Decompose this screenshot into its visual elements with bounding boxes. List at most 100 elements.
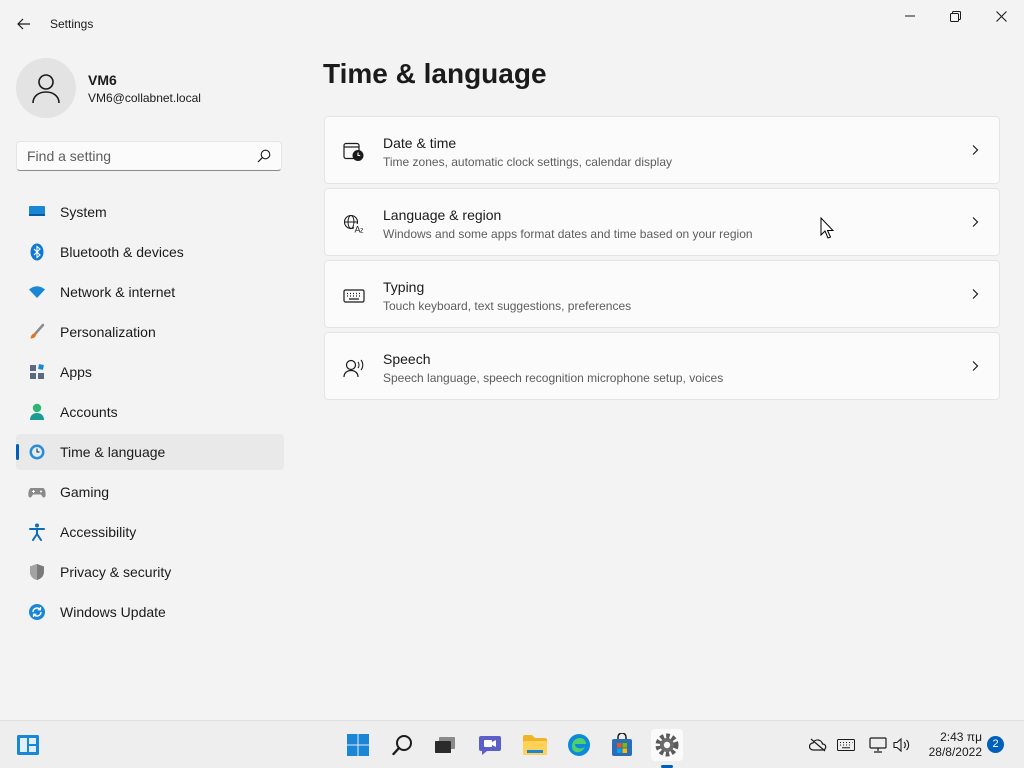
speech-icon xyxy=(343,357,365,379)
taskbar-search-button[interactable] xyxy=(387,729,419,761)
card-language-region[interactable]: Az Language & region Windows and some ap… xyxy=(324,188,1000,256)
widgets-button[interactable] xyxy=(12,729,44,761)
chevron-right-icon xyxy=(972,289,979,299)
task-view-button[interactable] xyxy=(429,729,461,761)
clock[interactable]: 2:43 πμ 28/8/2022 xyxy=(918,730,982,760)
person-icon xyxy=(32,74,60,104)
user-profile[interactable]: VM6 VM6@collabnet.local xyxy=(16,56,286,118)
back-button[interactable] xyxy=(12,12,36,36)
sidebar-item-gaming[interactable]: Gaming xyxy=(16,474,284,510)
sidebar-item-label: Accounts xyxy=(60,404,118,420)
back-arrow-icon xyxy=(17,18,30,30)
teams-chat-icon xyxy=(479,736,501,755)
page-title: Time & language xyxy=(323,58,547,89)
chevron-right-icon xyxy=(972,361,979,371)
profile-name: VM6 xyxy=(88,72,117,88)
ethernet-icon xyxy=(869,737,887,753)
accounts-icon xyxy=(28,403,46,421)
gamepad-icon xyxy=(28,483,46,501)
file-explorer-button[interactable] xyxy=(519,729,551,761)
chat-button[interactable] xyxy=(474,729,506,761)
close-button[interactable] xyxy=(978,0,1024,32)
sidebar-item-system[interactable]: System xyxy=(16,194,284,230)
store-bag-icon xyxy=(612,733,632,756)
mouse-cursor-icon xyxy=(820,217,834,239)
brush-icon xyxy=(28,323,46,341)
search-input[interactable] xyxy=(17,142,267,170)
card-date-time[interactable]: Date & time Time zones, automatic clock … xyxy=(324,116,1000,184)
keyboard-icon xyxy=(343,285,365,307)
shield-icon xyxy=(28,563,46,581)
card-title: Speech xyxy=(383,351,431,367)
card-subtitle: Time zones, automatic clock settings, ca… xyxy=(383,155,673,169)
language-icon: Az xyxy=(343,213,365,235)
settings-app-button[interactable] xyxy=(651,729,683,761)
folder-icon xyxy=(523,735,547,755)
start-button[interactable] xyxy=(342,729,374,761)
sidebar-item-label: Bluetooth & devices xyxy=(60,244,184,260)
sidebar-item-windows-update[interactable]: Windows Update xyxy=(16,594,284,630)
sidebar-item-label: Windows Update xyxy=(60,604,166,620)
onedrive-status-button[interactable] xyxy=(809,736,827,754)
widgets-icon xyxy=(17,735,39,755)
clock-date: 28/8/2022 xyxy=(928,745,982,759)
update-icon xyxy=(28,603,46,621)
card-title: Language & region xyxy=(383,207,502,223)
card-title: Typing xyxy=(383,279,425,295)
svg-text:z: z xyxy=(360,228,364,235)
sidebar-nav: System Bluetooth & devices Network & int… xyxy=(16,194,284,634)
network-status-button[interactable] xyxy=(869,736,887,754)
search-box xyxy=(16,141,282,171)
sidebar-item-time-language[interactable]: Time & language xyxy=(16,434,284,470)
app-title: Settings xyxy=(50,17,94,31)
edge-icon xyxy=(568,734,590,756)
sidebar-item-privacy-security[interactable]: Privacy & security xyxy=(16,554,284,590)
cloud-offline-icon xyxy=(809,738,827,752)
system-icon xyxy=(28,203,46,221)
network-icon xyxy=(28,283,46,301)
task-view-icon xyxy=(435,737,455,753)
sidebar-item-bluetooth-devices[interactable]: Bluetooth & devices xyxy=(16,234,284,270)
card-subtitle: Windows and some apps format dates and t… xyxy=(383,227,753,241)
card-typing[interactable]: Typing Touch keyboard, text suggestions,… xyxy=(324,260,1000,328)
chevron-right-icon xyxy=(972,217,979,227)
minimize-button[interactable] xyxy=(887,0,933,32)
title-bar: Settings xyxy=(0,0,1024,48)
sidebar-item-label: Apps xyxy=(60,364,92,380)
taskbar: 2:43 πμ 28/8/2022 2 xyxy=(0,720,1024,768)
accessibility-icon xyxy=(28,523,46,541)
volume-button[interactable] xyxy=(893,736,911,754)
chevron-right-icon xyxy=(972,145,979,155)
search-icon[interactable] xyxy=(257,149,271,163)
notification-badge[interactable]: 2 xyxy=(987,736,1004,753)
touch-keyboard-button[interactable] xyxy=(837,736,855,754)
sidebar-item-network-internet[interactable]: Network & internet xyxy=(16,274,284,310)
sidebar-item-personalization[interactable]: Personalization xyxy=(16,314,284,350)
sidebar-item-label: System xyxy=(60,204,107,220)
sidebar-item-label: Accessibility xyxy=(60,524,137,540)
sidebar-item-accounts[interactable]: Accounts xyxy=(16,394,284,430)
sidebar-item-accessibility[interactable]: Accessibility xyxy=(16,514,284,550)
store-button[interactable] xyxy=(606,729,638,761)
sidebar-item-label: Gaming xyxy=(60,484,110,500)
apps-icon xyxy=(28,363,46,381)
card-subtitle: Touch keyboard, text suggestions, prefer… xyxy=(383,299,632,313)
avatar xyxy=(16,58,76,118)
restore-button[interactable] xyxy=(932,0,978,32)
windows-logo-icon xyxy=(347,734,369,756)
card-title: Date & time xyxy=(383,135,457,151)
close-icon xyxy=(995,10,1007,22)
clock-time: 2:43 πμ xyxy=(940,730,982,744)
sidebar-item-label: Time & language xyxy=(60,444,166,460)
sidebar-item-label: Personalization xyxy=(60,324,156,340)
profile-email: VM6@collabnet.local xyxy=(88,91,201,105)
card-speech[interactable]: Speech Speech language, speech recogniti… xyxy=(324,332,1000,400)
search-icon xyxy=(392,735,412,756)
edge-browser-button[interactable] xyxy=(563,729,595,761)
gear-icon xyxy=(655,733,679,757)
time-language-icon xyxy=(28,443,46,461)
card-subtitle: Speech language, speech recognition micr… xyxy=(383,371,724,385)
speaker-icon xyxy=(893,737,910,753)
restore-icon xyxy=(949,10,961,22)
sidebar-item-apps[interactable]: Apps xyxy=(16,354,284,390)
